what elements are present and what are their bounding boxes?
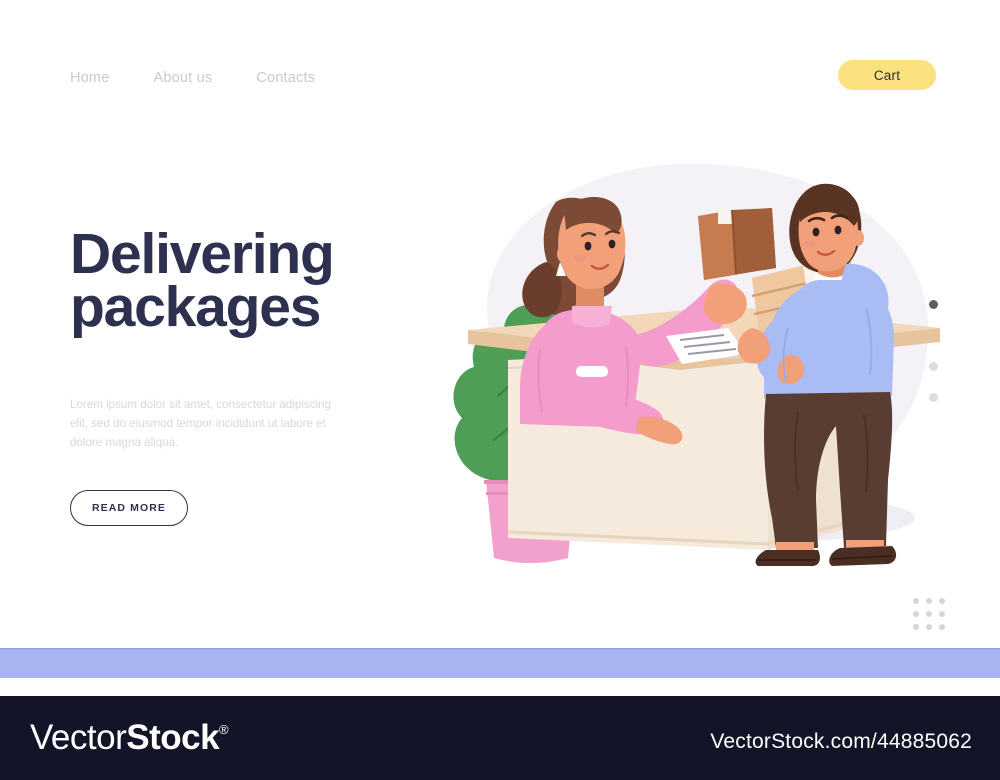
- logo-text-bold: Stock: [126, 718, 220, 757]
- cardboard-box-small-graphic: [698, 208, 776, 280]
- grid-dot: [926, 611, 932, 617]
- hero-illustration: [380, 150, 980, 570]
- top-navigation-bar: Home About us Contacts Cart: [0, 58, 1000, 98]
- grid-dot: [939, 598, 945, 604]
- landing-page-canvas: Home About us Contacts Cart Delivering p…: [0, 0, 1000, 648]
- man-ear: [852, 230, 864, 246]
- hero-paragraph: Lorem ipsum dolor sit amet, consectetur …: [70, 398, 331, 449]
- grid-dot: [913, 611, 919, 617]
- nav-link-home[interactable]: Home: [70, 70, 109, 86]
- registered-trademark-icon: ®: [219, 722, 229, 737]
- woman-blush: [574, 254, 586, 262]
- small-box-right-face: [732, 208, 776, 274]
- read-more-button[interactable]: READ MORE: [70, 490, 188, 527]
- man-eye-left: [812, 227, 820, 237]
- grid-dot: [926, 598, 932, 604]
- man-eye-right: [834, 225, 842, 235]
- woman-eye-right: [608, 239, 616, 249]
- small-box-tape: [718, 208, 733, 224]
- nav-links-group: Home About us Contacts: [70, 58, 315, 98]
- grid-dot: [913, 598, 919, 604]
- vectorstock-logo: Vector Stock ®: [30, 718, 229, 758]
- woman-ear: [557, 245, 571, 263]
- grid-dot: [913, 624, 919, 630]
- footer-credit-url: VectorStock.com/44885062: [710, 730, 972, 753]
- periwinkle-band: [0, 649, 1000, 678]
- woman-name-badge: [576, 366, 608, 377]
- landing-page-screenshot: Home About us Contacts Cart Delivering p…: [0, 0, 1000, 780]
- logo-text-light: Vector: [30, 718, 127, 757]
- woman-eye-left: [584, 241, 592, 251]
- man-shoe-left: [755, 550, 820, 566]
- decorative-dot-grid-icon: [913, 598, 945, 630]
- woman-sweater-collar: [572, 306, 612, 328]
- grid-dot: [939, 624, 945, 630]
- nav-link-contacts[interactable]: Contacts: [256, 70, 315, 86]
- cart-button[interactable]: Cart: [838, 60, 936, 90]
- grid-dot: [939, 611, 945, 617]
- nav-link-about-us[interactable]: About us: [153, 70, 212, 86]
- man-blush: [804, 240, 816, 248]
- grid-dot: [926, 624, 932, 630]
